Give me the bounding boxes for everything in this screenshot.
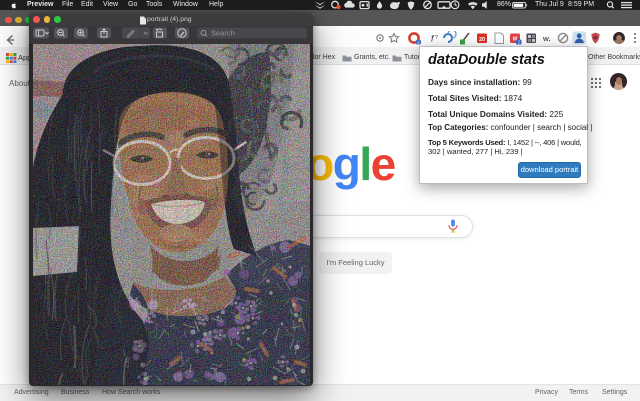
svg-text:20: 20 [479,37,485,43]
svg-text:w.: w. [542,34,551,43]
svg-text:Search: Search [211,29,235,38]
svg-text:?: ? [435,35,438,41]
